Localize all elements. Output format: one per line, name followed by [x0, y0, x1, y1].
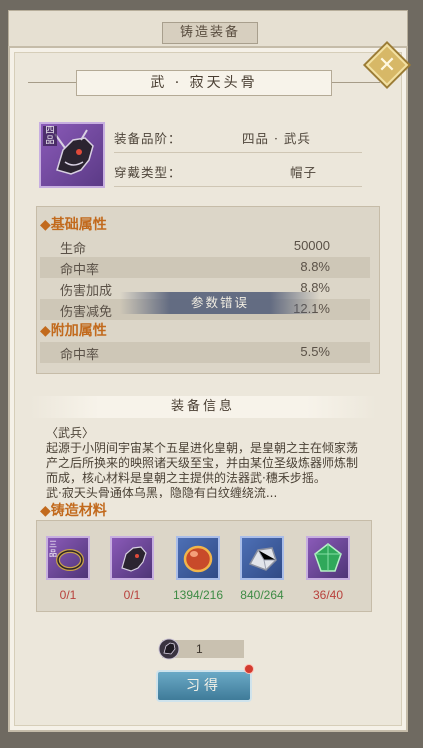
material-count: 0/1	[59, 588, 77, 602]
material-slot[interactable]	[306, 536, 350, 580]
attr-divider	[114, 152, 362, 153]
silver-ore-icon	[248, 547, 277, 571]
type-value: 帽子	[290, 165, 318, 180]
stat-value: 5.5%	[300, 344, 330, 359]
notification-dot	[244, 664, 254, 674]
stat-name: 伤害减免	[60, 304, 113, 319]
stat-row: 命中率 5.5%	[40, 342, 370, 363]
extra-stats-title: ◆附加属性	[40, 323, 107, 339]
description-text: 〈武兵〉 起源于小阴间宇宙某个五星进化皇朝，是皇朝之主在倾家荡产之后所换来的映照…	[46, 426, 359, 498]
stat-value: 8.8%	[300, 259, 330, 274]
stat-name: 命中率	[60, 347, 100, 362]
grade-value: 四品 · 武兵	[242, 131, 311, 146]
stat-name: 命中率	[60, 262, 100, 277]
material-slot[interactable]	[240, 536, 284, 580]
type-row: 穿戴类型： 帽子	[114, 162, 364, 184]
stat-row: 生命 50000	[40, 236, 370, 257]
quantity-value: 1	[196, 642, 203, 656]
item-description[interactable]: 〈武兵〉 起源于小阴间宇宙某个五星进化皇朝，是皇朝之主在倾家荡产之后所换来的映照…	[46, 426, 364, 498]
window-title: 铸造装备	[162, 22, 258, 44]
grade-label: 装备品阶：	[114, 131, 182, 146]
material-count: 0/1	[123, 588, 141, 602]
skull-helmet-icon	[121, 546, 147, 572]
material-slot[interactable]: 三品	[46, 536, 90, 580]
stat-name: 生命	[60, 241, 87, 256]
material-slot[interactable]	[110, 536, 154, 580]
material-count: 1394/216	[172, 588, 224, 602]
item-grade-tag: 四品	[43, 126, 57, 146]
item-name: 武 · 寂天头骨	[76, 70, 332, 96]
red-gem-icon	[183, 545, 213, 573]
materials-title: ◆铸造材料	[40, 503, 107, 519]
stat-name: 伤害加成	[60, 283, 113, 298]
skull-helmet-icon	[158, 638, 180, 660]
material-count: 840/264	[240, 588, 284, 602]
material-count: 36/40	[312, 588, 344, 602]
material-grade-tag: 三品	[49, 540, 57, 558]
stat-row: 命中率 8.8%	[40, 257, 370, 278]
close-icon: ✕	[377, 52, 397, 78]
name-divider-left	[28, 82, 76, 83]
grade-row: 装备品阶： 四品 · 武兵	[114, 128, 364, 150]
item-slot[interactable]: 四品	[39, 122, 105, 188]
error-toast: 参数错误	[120, 292, 320, 314]
attr-divider	[114, 186, 362, 187]
type-label: 穿戴类型：	[114, 165, 182, 180]
green-gem-icon	[314, 543, 342, 572]
forge-button[interactable]: 习得	[156, 670, 252, 702]
base-stats-title: ◆基础属性	[40, 217, 107, 233]
info-title: 装备信息	[30, 396, 376, 418]
stat-value: 50000	[293, 238, 330, 253]
material-slot[interactable]	[176, 536, 220, 580]
name-divider-right	[332, 82, 380, 83]
